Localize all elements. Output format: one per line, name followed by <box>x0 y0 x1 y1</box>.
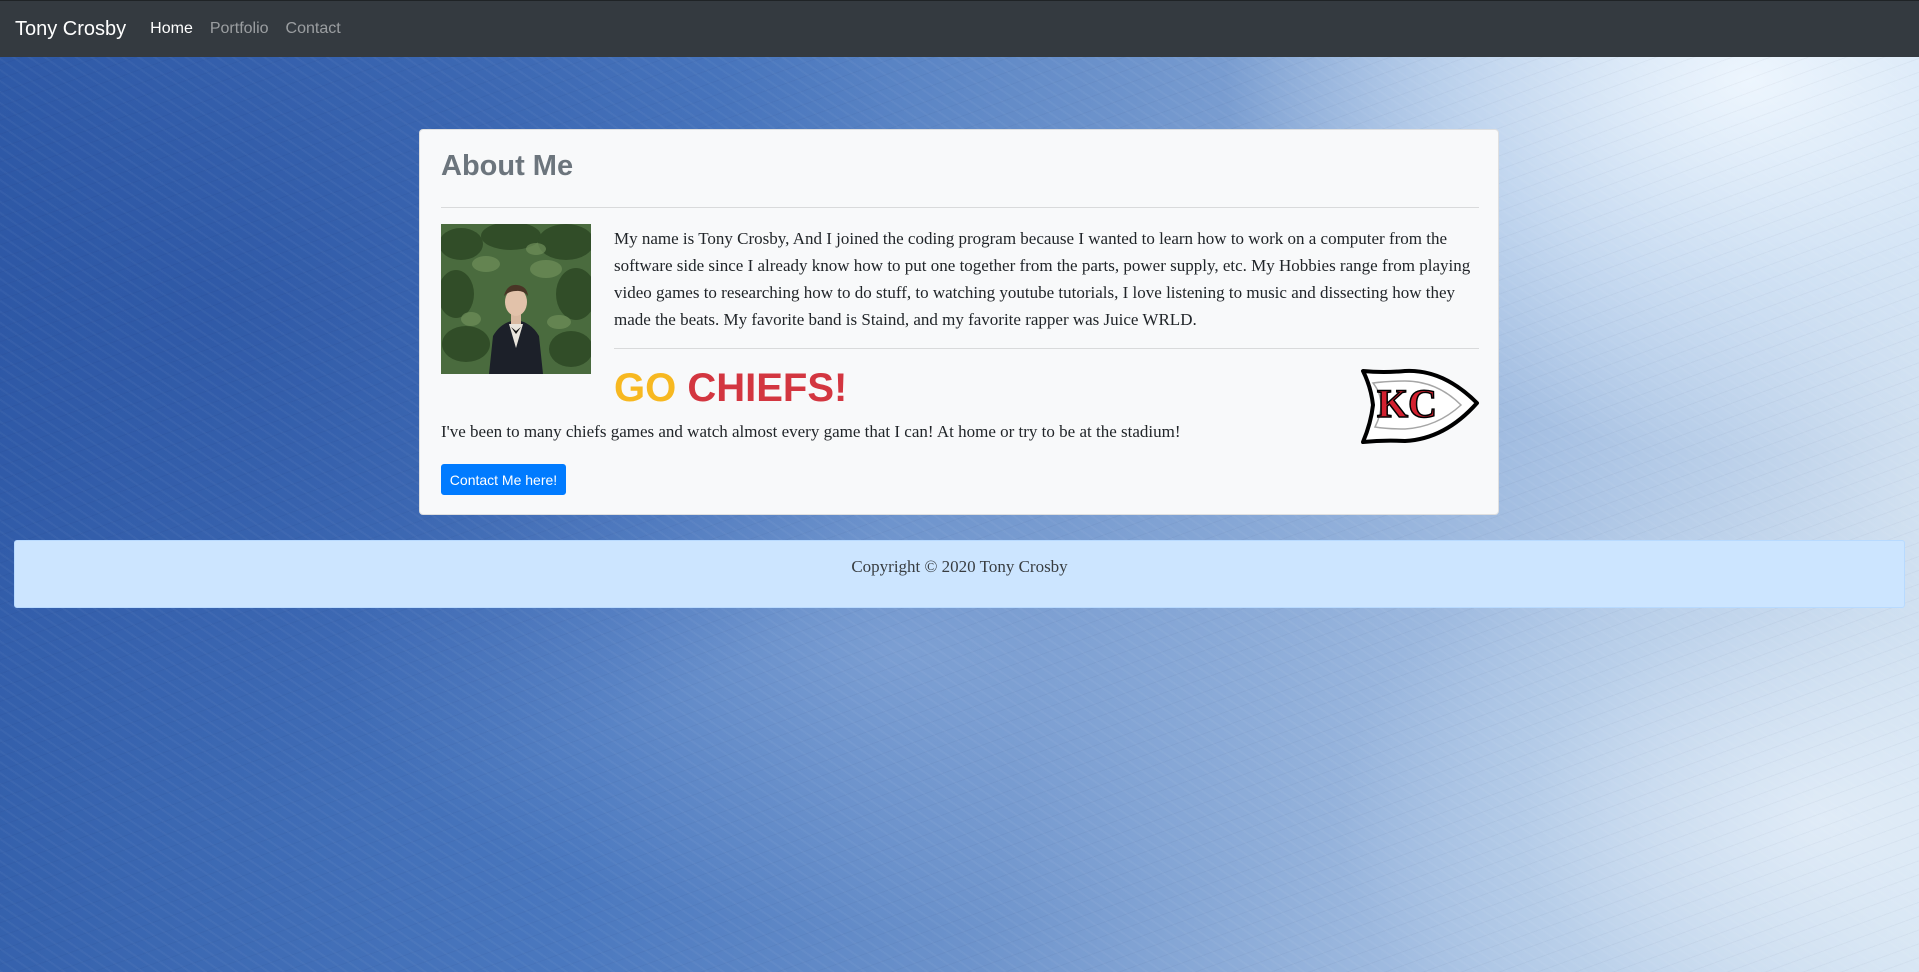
stadium-paragraph: I've been to many chiefs games and watch… <box>441 422 1181 441</box>
go-word: GO <box>614 366 677 410</box>
about-title: About Me <box>441 150 574 182</box>
profile-photo <box>441 224 591 374</box>
bio-divider <box>614 348 1479 349</box>
top-navbar: Tony Crosby Home Portfolio Contact <box>0 0 1919 57</box>
chiefs-word: CHIEFS! <box>687 366 848 410</box>
copyright-text: Copyright © 2020 Tony Crosby <box>851 557 1068 576</box>
navbar-brand[interactable]: Tony Crosby <box>15 18 126 41</box>
bio-paragraph: My name is Tony Crosby, And I joined the… <box>614 229 1471 329</box>
nav-link-contact[interactable]: Contact <box>286 20 341 38</box>
profile-photo-image <box>441 224 591 374</box>
logo-letters: KC <box>1377 381 1437 426</box>
contact-me-button[interactable]: Contact Me here! <box>441 464 566 495</box>
go-chiefs-heading: GO CHIEFS! <box>614 364 847 412</box>
chiefs-arrowhead-logo: KC <box>1361 368 1479 444</box>
footer: Copyright © 2020 Tony Crosby <box>14 540 1905 608</box>
about-card: About Me My name is Tony Crosby, And I j… <box>419 129 1499 515</box>
nav-link-home[interactable]: Home <box>150 20 193 38</box>
nav-link-portfolio[interactable]: Portfolio <box>210 20 269 38</box>
title-divider <box>441 207 1479 208</box>
